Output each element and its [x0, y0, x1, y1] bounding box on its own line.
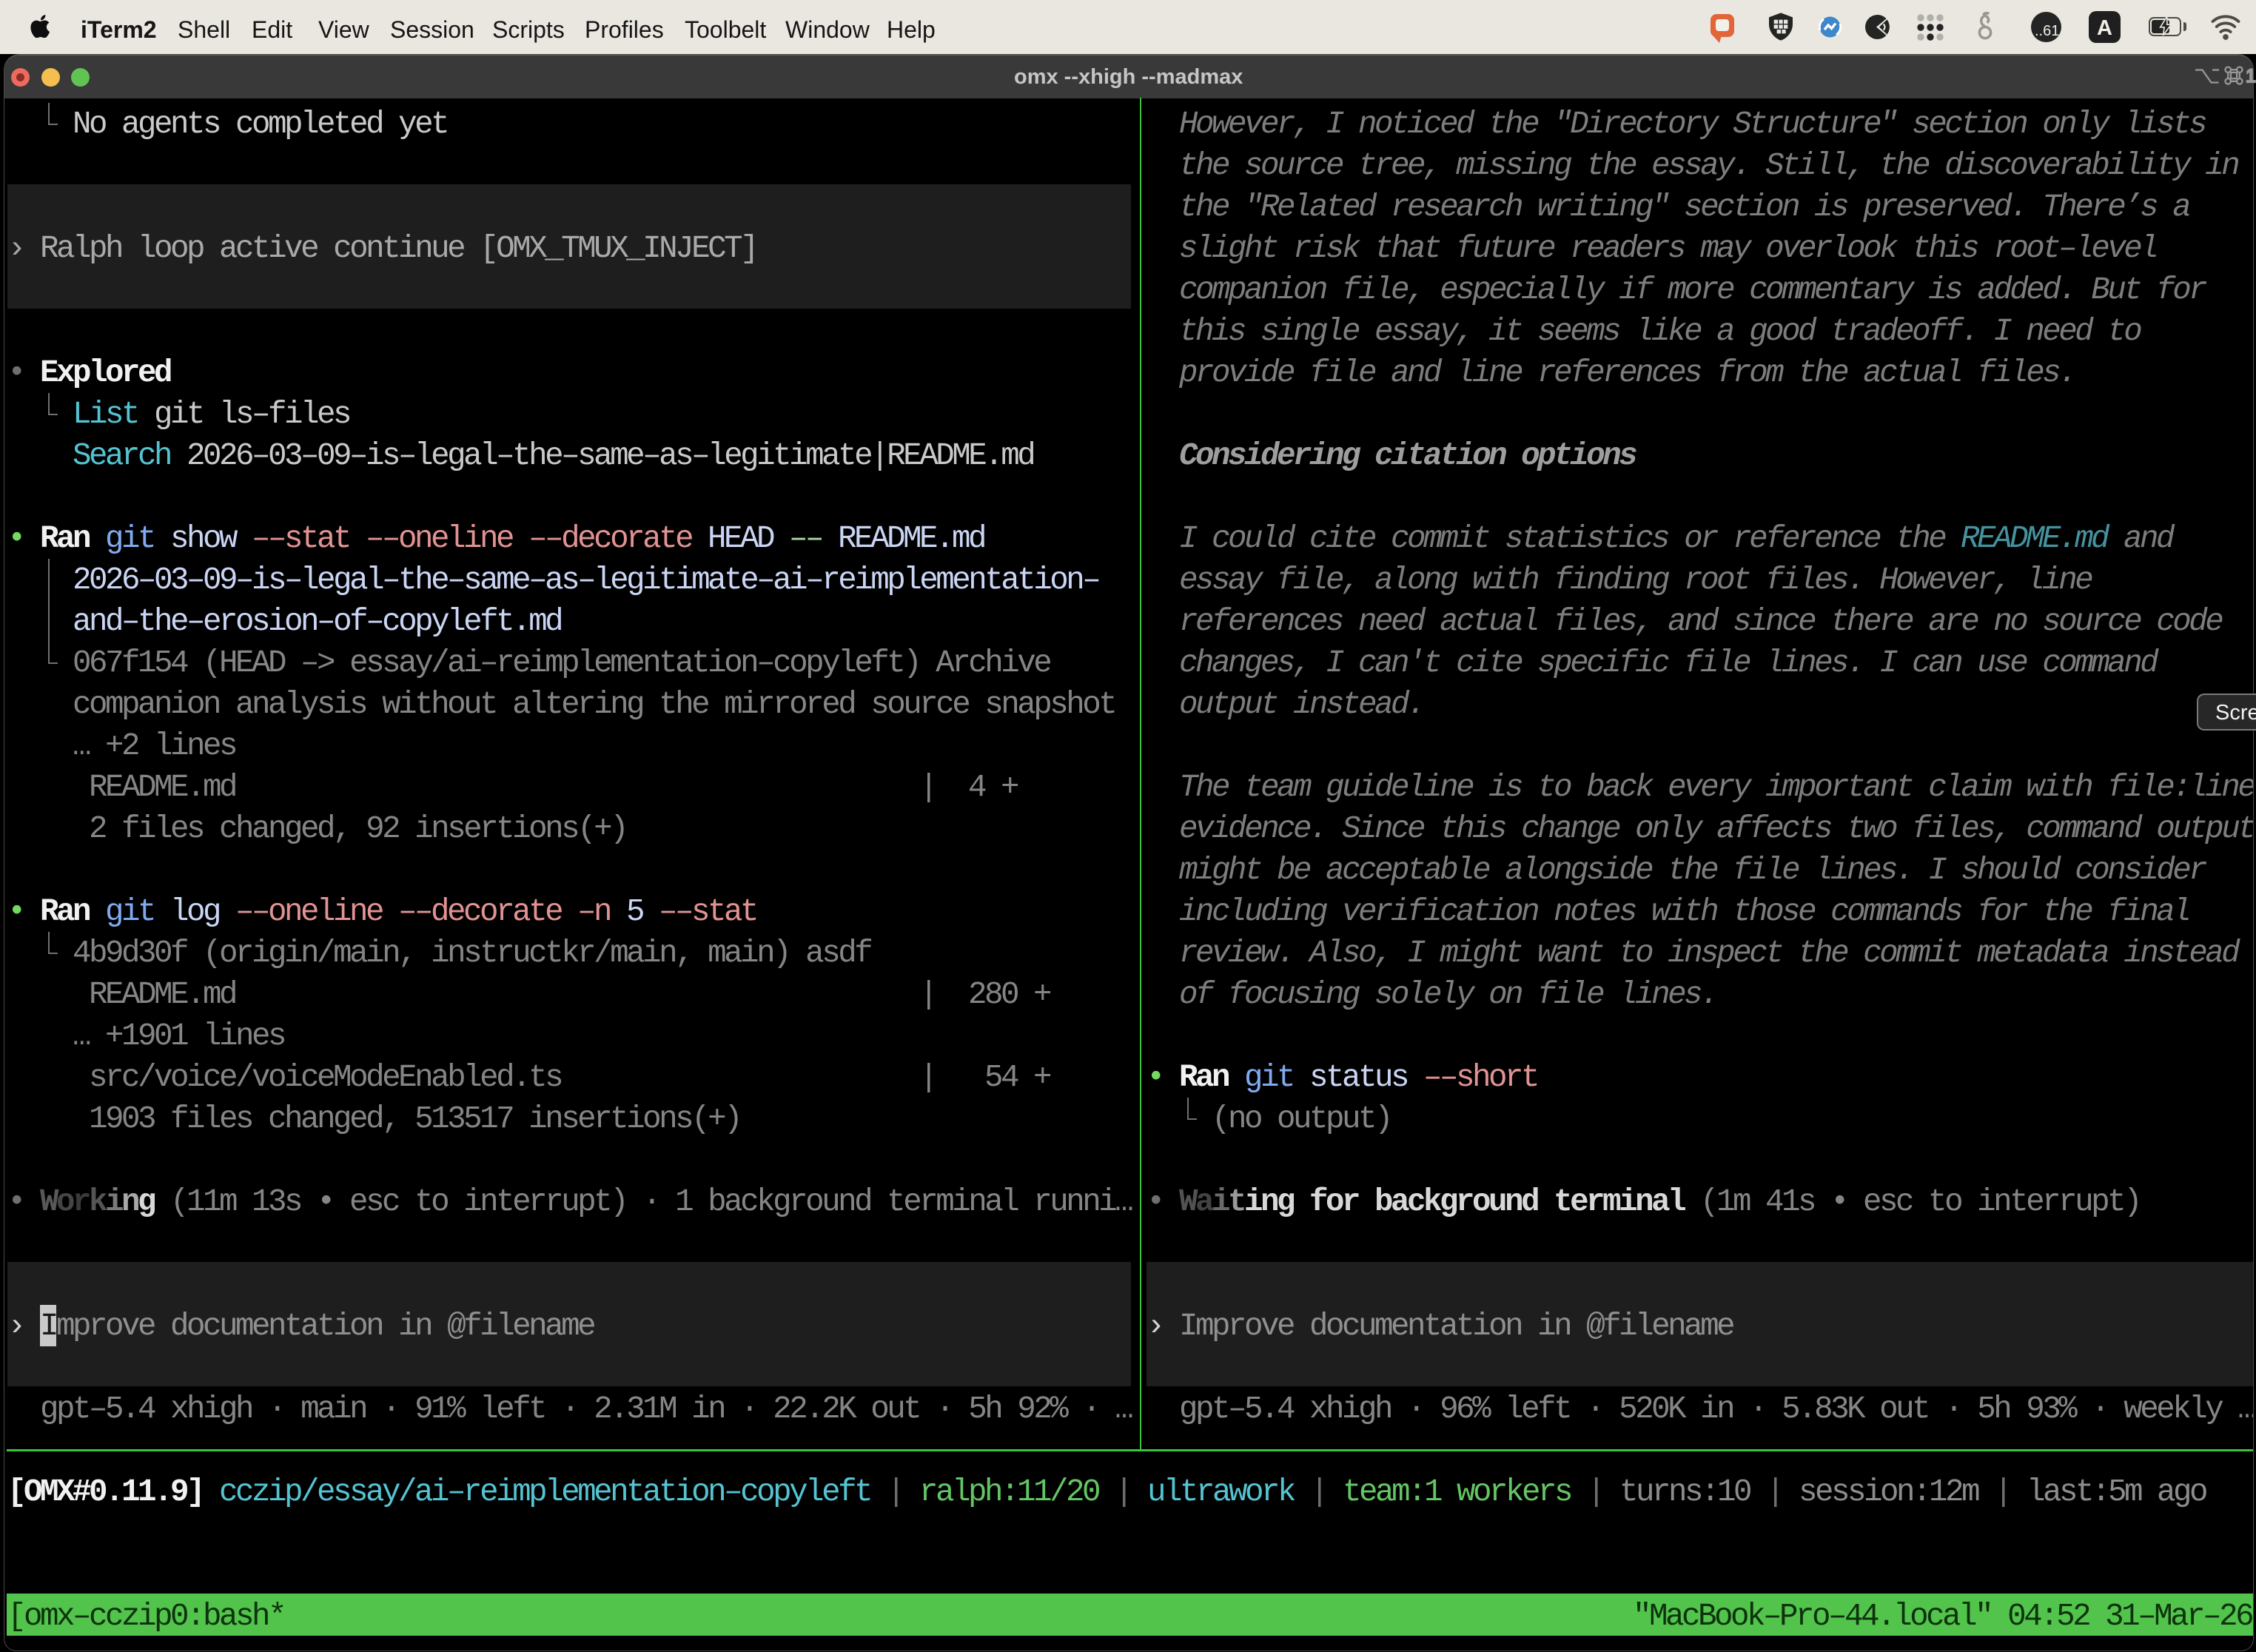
svg-text:1: 1: [2246, 66, 2256, 87]
